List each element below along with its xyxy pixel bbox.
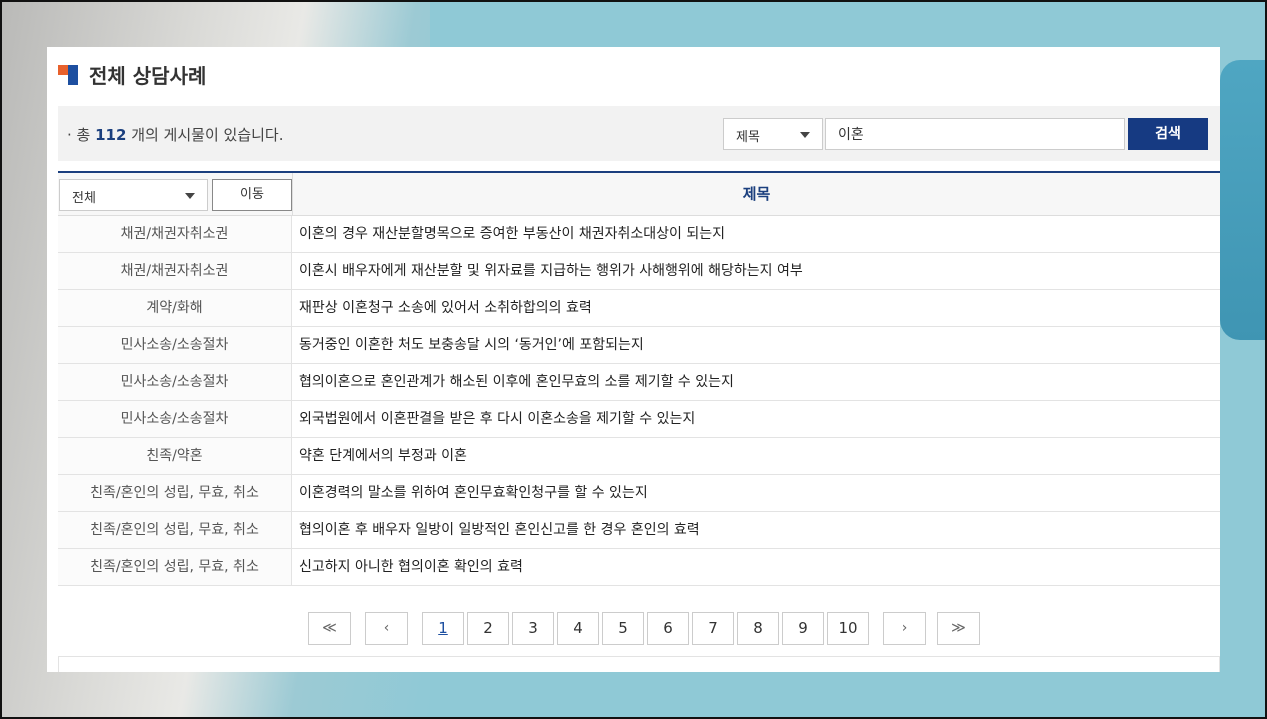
background-shape (1220, 60, 1267, 340)
table-row[interactable]: 민사소송/소송절차 동거중인 이혼한 처도 보충송달 시의 ‘동거인’에 포함되는… (58, 327, 1220, 364)
row-category: 친족/약혼 (58, 438, 292, 474)
row-category: 친족/혼인의 성립, 무효, 취소 (58, 512, 292, 548)
category-filter-value: 전체 (72, 191, 96, 206)
page-link-7[interactable]: 7 (692, 612, 734, 645)
row-title-link[interactable]: 이혼의 경우 재산분할명목으로 증여한 부동산이 채권자취소대상이 되는지 (292, 216, 725, 252)
row-category: 민사소송/소송절차 (58, 364, 292, 400)
content-panel: 전체 상담사례 · 총 112 개의 게시물이 있습니다. 제목 검색 전체 이… (47, 47, 1220, 672)
page-link-6[interactable]: 6 (647, 612, 689, 645)
count-suffix: 개의 게시물이 있습니다. (126, 126, 284, 144)
row-category: 친족/혼인의 성립, 무효, 취소 (58, 475, 292, 511)
count-prefix: · 총 (67, 126, 96, 144)
table-row[interactable]: 채권/채권자취소권 이혼의 경우 재산분할명목으로 증여한 부동산이 채권자취소대… (58, 216, 1220, 253)
page-link-1[interactable]: 1 (422, 612, 464, 645)
table-row[interactable]: 채권/채권자취소권 이혼시 배우자에게 재산분할 및 위자료를 지급하는 행위가 … (58, 253, 1220, 290)
page-link-4[interactable]: 4 (557, 612, 599, 645)
prev-page-button[interactable]: ‹ (365, 612, 408, 645)
table-body: 채권/채권자취소권 이혼의 경우 재산분할명목으로 증여한 부동산이 채권자취소대… (58, 216, 1220, 586)
row-category: 계약/화해 (58, 290, 292, 326)
page-link-10[interactable]: 10 (827, 612, 869, 645)
page-link-9[interactable]: 9 (782, 612, 824, 645)
table-row[interactable]: 친족/혼인의 성립, 무효, 취소 이혼경력의 말소를 위하여 혼인무효확인청구를… (58, 475, 1220, 512)
page-link-8[interactable]: 8 (737, 612, 779, 645)
move-button[interactable]: 이동 (212, 179, 292, 211)
search-bar: · 총 112 개의 게시물이 있습니다. 제목 검색 (58, 106, 1220, 161)
bottom-divider (58, 656, 1220, 672)
post-count-summary: · 총 112 개의 게시물이 있습니다. (67, 124, 284, 145)
row-category: 친족/혼인의 성립, 무효, 취소 (58, 549, 292, 585)
page-title: 전체 상담사례 (89, 64, 207, 88)
page-link-2[interactable]: 2 (467, 612, 509, 645)
table-row[interactable]: 친족/혼인의 성립, 무효, 취소 협의이혼 후 배우자 일방이 일방적인 혼인신… (58, 512, 1220, 549)
row-title-link[interactable]: 이혼경력의 말소를 위하여 혼인무효확인청구를 할 수 있는지 (292, 475, 648, 511)
row-title-link[interactable]: 동거중인 이혼한 처도 보충송달 시의 ‘동거인’에 포함되는지 (292, 327, 644, 363)
table-header: 전체 이동 제목 (58, 171, 1220, 216)
post-count: 112 (95, 126, 127, 144)
row-title-link[interactable]: 협의이혼으로 혼인관계가 해소된 이후에 혼인무효의 소를 제기할 수 있는지 (292, 364, 734, 400)
row-title-link[interactable]: 재판상 이혼청구 소송에 있어서 소취하합의의 효력 (292, 290, 592, 326)
table-row[interactable]: 민사소송/소송절차 외국법원에서 이혼판결을 받은 후 다시 이혼소송을 제기할 … (58, 401, 1220, 438)
search-field-value: 제목 (736, 130, 760, 145)
table-row[interactable]: 민사소송/소송절차 협의이혼으로 혼인관계가 해소된 이후에 혼인무효의 소를 제… (58, 364, 1220, 401)
next-page-button[interactable]: › (883, 612, 926, 645)
row-category: 채권/채권자취소권 (58, 253, 292, 289)
row-category: 채권/채권자취소권 (58, 216, 292, 252)
chevron-down-icon (800, 132, 810, 138)
chevron-down-icon (185, 193, 195, 199)
page-header: 전체 상담사례 (58, 60, 206, 89)
post-table: 전체 이동 제목 채권/채권자취소권 이혼의 경우 재산분할명목으로 증여한 부동… (58, 171, 1220, 586)
row-title-link[interactable]: 이혼시 배우자에게 재산분할 및 위자료를 지급하는 행위가 사해행위에 해당하… (292, 253, 803, 289)
table-row[interactable]: 친족/혼인의 성립, 무효, 취소 신고하지 아니한 협의이혼 확인의 효력 (58, 549, 1220, 586)
table-row[interactable]: 계약/화해 재판상 이혼청구 소송에 있어서 소취하합의의 효력 (58, 290, 1220, 327)
title-bullet-icon (58, 64, 78, 85)
page-link-3[interactable]: 3 (512, 612, 554, 645)
category-filter-select[interactable]: 전체 (59, 179, 208, 211)
search-input[interactable] (825, 118, 1125, 150)
row-title-link[interactable]: 약혼 단계에서의 부정과 이혼 (292, 438, 467, 474)
last-page-button[interactable]: ≫ (937, 612, 980, 645)
table-row[interactable]: 친족/약혼 약혼 단계에서의 부정과 이혼 (58, 438, 1220, 475)
page-link-5[interactable]: 5 (602, 612, 644, 645)
title-column-header: 제목 (292, 173, 1220, 216)
row-category: 민사소송/소송절차 (58, 327, 292, 363)
row-title-link[interactable]: 신고하지 아니한 협의이혼 확인의 효력 (292, 549, 523, 585)
search-field-select[interactable]: 제목 (723, 118, 823, 150)
search-button[interactable]: 검색 (1128, 118, 1208, 150)
row-title-link[interactable]: 외국법원에서 이혼판결을 받은 후 다시 이혼소송을 제기할 수 있는지 (292, 401, 695, 437)
row-title-link[interactable]: 협의이혼 후 배우자 일방이 일방적인 혼인신고를 한 경우 혼인의 효력 (292, 512, 700, 548)
pagination: ≪ ‹ 1 2 3 4 5 6 7 8 9 10 › ≫ (308, 612, 980, 645)
first-page-button[interactable]: ≪ (308, 612, 351, 645)
row-category: 민사소송/소송절차 (58, 401, 292, 437)
